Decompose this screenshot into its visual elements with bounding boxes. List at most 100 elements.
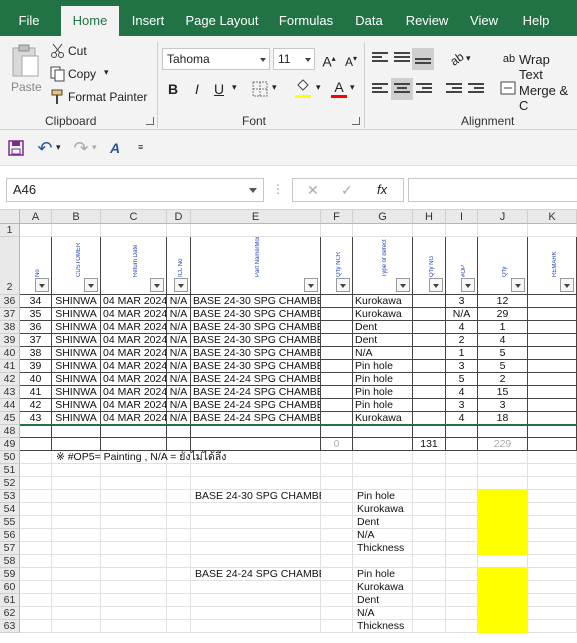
grid-cell[interactable] bbox=[52, 620, 101, 633]
data-cell[interactable]: 37 bbox=[20, 334, 52, 347]
grid-cell[interactable] bbox=[167, 607, 191, 620]
grid-cell[interactable] bbox=[191, 594, 321, 607]
data-cell[interactable] bbox=[413, 360, 446, 373]
grid-cell[interactable] bbox=[101, 581, 167, 594]
data-cell[interactable] bbox=[528, 360, 577, 373]
summary-qty-highlight[interactable] bbox=[478, 529, 528, 542]
data-cell[interactable] bbox=[528, 386, 577, 399]
grid-cell[interactable] bbox=[446, 438, 478, 451]
grid-cell[interactable] bbox=[321, 529, 353, 542]
filter-dropdown-icon[interactable] bbox=[174, 278, 188, 292]
borders-icon[interactable] bbox=[252, 81, 268, 97]
row-header[interactable]: 58 bbox=[0, 555, 20, 568]
grid-cell[interactable] bbox=[52, 542, 101, 555]
row-header[interactable]: 44 bbox=[0, 399, 20, 412]
data-cell[interactable]: 04 MAR 2024 bbox=[101, 321, 167, 334]
header-cell-f[interactable]: Q'ty NCR bbox=[321, 237, 353, 295]
grid-cell[interactable] bbox=[52, 555, 101, 568]
data-cell[interactable]: N/A bbox=[353, 347, 413, 360]
grid-cell[interactable] bbox=[353, 438, 413, 451]
data-cell[interactable]: BASE 24-30 SPG CHAMBER bbox=[191, 308, 321, 321]
grid-cell[interactable] bbox=[20, 438, 52, 451]
grid-cell[interactable] bbox=[167, 464, 191, 477]
filter-dropdown-icon[interactable] bbox=[35, 278, 49, 292]
grid-cell[interactable] bbox=[321, 620, 353, 633]
grid-cell[interactable] bbox=[413, 607, 446, 620]
data-cell[interactable]: SHINWA bbox=[52, 321, 101, 334]
row-header[interactable]: 56 bbox=[0, 529, 20, 542]
header-cell-d[interactable]: ICL No bbox=[167, 237, 191, 295]
data-cell[interactable]: 40 bbox=[20, 373, 52, 386]
data-cell[interactable]: Pin hole bbox=[353, 386, 413, 399]
data-cell[interactable]: Pin hole bbox=[353, 373, 413, 386]
grid-cell[interactable] bbox=[191, 425, 321, 438]
grid-cell[interactable] bbox=[446, 555, 478, 568]
header-cell-b[interactable]: CUSTOMER bbox=[52, 237, 101, 295]
grid-cell[interactable] bbox=[191, 581, 321, 594]
data-cell[interactable] bbox=[321, 321, 353, 334]
grid-cell[interactable] bbox=[413, 516, 446, 529]
grid-cell[interactable] bbox=[413, 477, 446, 490]
wrap-text-icon[interactable]: ab bbox=[498, 48, 520, 70]
select-all-corner[interactable] bbox=[0, 210, 20, 224]
grid-cell[interactable] bbox=[52, 594, 101, 607]
copy-dropdown-icon[interactable]: ▾ bbox=[104, 67, 109, 78]
data-cell[interactable]: 42 bbox=[20, 399, 52, 412]
grid-cell[interactable] bbox=[101, 594, 167, 607]
data-cell[interactable]: N/A bbox=[167, 360, 191, 373]
grid-cell[interactable] bbox=[20, 594, 52, 607]
row-header[interactable]: 61 bbox=[0, 594, 20, 607]
row-header[interactable]: 52 bbox=[0, 477, 20, 490]
align-left-icon[interactable] bbox=[372, 83, 388, 97]
grid-cell[interactable] bbox=[413, 594, 446, 607]
grid-cell[interactable] bbox=[20, 542, 52, 555]
header-cell-j[interactable] bbox=[478, 224, 528, 237]
row-header[interactable]: 63 bbox=[0, 620, 20, 633]
grid-cell[interactable] bbox=[101, 568, 167, 581]
grid-cell[interactable] bbox=[101, 620, 167, 633]
data-cell[interactable]: 4 bbox=[446, 386, 478, 399]
row-header[interactable]: 41 bbox=[0, 360, 20, 373]
grid-cell[interactable] bbox=[353, 451, 413, 464]
grid-cell[interactable] bbox=[528, 464, 577, 477]
tab-review[interactable]: Review bbox=[400, 0, 454, 36]
grid-cell[interactable] bbox=[528, 594, 577, 607]
data-cell[interactable]: 1 bbox=[446, 347, 478, 360]
data-cell[interactable] bbox=[528, 347, 577, 360]
row-header[interactable]: 38 bbox=[0, 321, 20, 334]
grid-cell[interactable] bbox=[353, 477, 413, 490]
tab-formulas[interactable]: Formulas bbox=[272, 0, 340, 36]
formula-input[interactable] bbox=[408, 178, 577, 202]
grid-cell[interactable] bbox=[446, 477, 478, 490]
data-cell[interactable]: 1 bbox=[478, 321, 528, 334]
save-icon[interactable] bbox=[8, 140, 24, 156]
column-header-a[interactable]: A bbox=[20, 210, 52, 224]
grid-cell[interactable] bbox=[52, 607, 101, 620]
row-header[interactable]: 42 bbox=[0, 373, 20, 386]
grid-cell[interactable] bbox=[353, 425, 413, 438]
copy-button[interactable]: Copy bbox=[68, 67, 96, 81]
row-header[interactable]: 59 bbox=[0, 568, 20, 581]
data-cell[interactable] bbox=[528, 373, 577, 386]
row-header[interactable]: 50 bbox=[0, 451, 20, 464]
summary-qty-highlight[interactable] bbox=[478, 581, 528, 594]
row-header[interactable]: 48 bbox=[0, 425, 20, 438]
column-header-g[interactable]: G bbox=[353, 210, 413, 224]
grid-cell[interactable] bbox=[101, 425, 167, 438]
filter-dropdown-icon[interactable] bbox=[511, 278, 525, 292]
grid-cell[interactable] bbox=[446, 503, 478, 516]
data-cell[interactable]: 41 bbox=[20, 386, 52, 399]
grid-cell[interactable] bbox=[52, 581, 101, 594]
font-size-select[interactable]: 11 bbox=[273, 48, 315, 70]
data-cell[interactable] bbox=[413, 295, 446, 308]
grid-cell[interactable] bbox=[446, 607, 478, 620]
enter-icon[interactable]: ✓ bbox=[341, 182, 353, 199]
row-header[interactable]: 45 bbox=[0, 412, 20, 425]
grid-cell[interactable] bbox=[353, 464, 413, 477]
data-cell[interactable]: 4 bbox=[478, 334, 528, 347]
grid-cell[interactable] bbox=[528, 542, 577, 555]
grid-cell[interactable] bbox=[20, 620, 52, 633]
data-cell[interactable]: 3 bbox=[446, 360, 478, 373]
filter-dropdown-icon[interactable] bbox=[84, 278, 98, 292]
data-cell[interactable]: SHINWA bbox=[52, 360, 101, 373]
